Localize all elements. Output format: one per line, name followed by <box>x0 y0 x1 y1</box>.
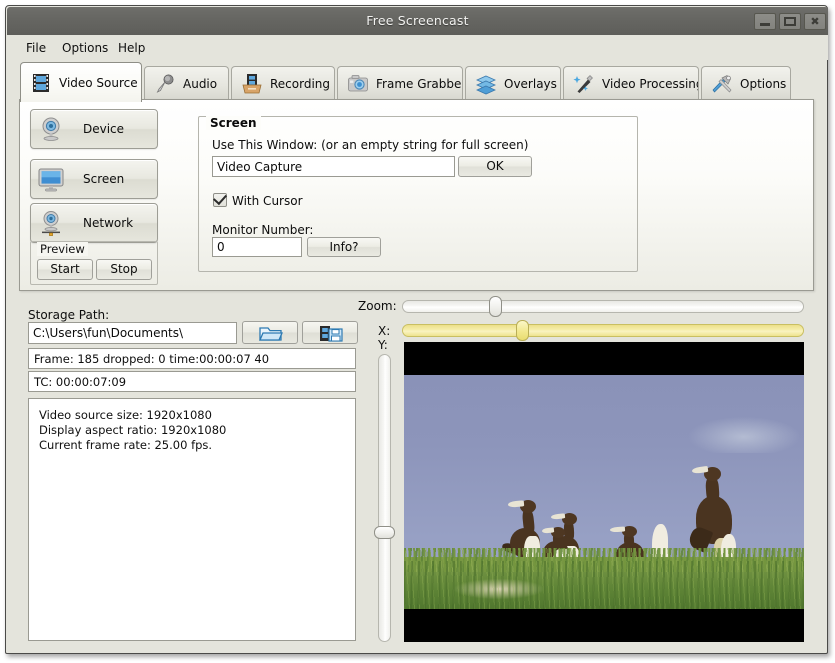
monitor-icon <box>37 165 65 193</box>
tab-audio[interactable]: Audio <box>144 66 229 100</box>
menu-options[interactable]: Options <box>55 39 115 57</box>
close-button[interactable]: ✖ <box>804 13 826 30</box>
zoom-slider-label: Zoom: <box>358 299 397 313</box>
x-slider-thumb[interactable] <box>516 320 529 341</box>
minimize-icon <box>760 23 770 26</box>
preview-start-button[interactable]: Start <box>37 259 93 280</box>
zoom-slider-thumb[interactable] <box>489 296 502 317</box>
tools-icon <box>711 73 733 95</box>
network-camera-icon <box>37 209 65 237</box>
monitor-info-button[interactable]: Info? <box>307 237 381 257</box>
y-slider-label: Y: <box>378 338 388 352</box>
y-slider[interactable] <box>378 354 391 642</box>
tab-label: Frame Grabber <box>376 77 463 91</box>
menu-bar: File Options Help <box>7 35 828 60</box>
tab-label: Audio <box>183 77 217 91</box>
tab-video-source[interactable]: Video Source <box>20 62 142 102</box>
monitor-number-label: Monitor Number: <box>212 223 313 237</box>
menu-help[interactable]: Help <box>111 39 152 57</box>
tab-label: Video Source <box>59 76 138 90</box>
storage-path-input[interactable] <box>28 322 237 344</box>
tab-frame-grabber[interactable]: Frame Grabber <box>337 66 463 100</box>
save-video-icon <box>319 325 343 345</box>
close-icon: ✖ <box>805 14 825 29</box>
tab-video-processing[interactable]: Video Processing <box>563 66 699 100</box>
minimize-button[interactable] <box>754 13 776 30</box>
with-cursor-checkbox[interactable] <box>213 193 227 207</box>
webcam-icon <box>37 115 65 143</box>
maximize-icon <box>784 17 796 26</box>
timecode-status-line: TC: 00:00:07:09 <box>28 371 356 392</box>
title-bar: Free Screencast ✖ <box>7 7 828 35</box>
storage-path-label: Storage Path: <box>28 308 109 322</box>
app-window: Free Screencast ✖ File Options Help <box>5 5 828 654</box>
y-slider-thumb[interactable] <box>374 526 395 539</box>
browse-folder-button[interactable] <box>242 321 298 344</box>
zoom-slider[interactable] <box>402 300 804 313</box>
use-this-window-label: Use This Window: (or an empty string for… <box>212 138 528 152</box>
tab-label: Video Processing <box>602 77 699 91</box>
preview-legend: Preview <box>37 242 88 256</box>
use-this-window-input[interactable] <box>212 156 455 177</box>
tab-strip: Video Source Audio <box>7 60 828 100</box>
x-slider-label: X: <box>378 324 390 338</box>
tab-overlays[interactable]: Overlays <box>465 66 561 100</box>
preview-cloud <box>689 417 799 453</box>
microphone-icon <box>154 73 176 95</box>
device-source-label: Device <box>83 122 124 136</box>
window-title: Free Screencast <box>7 7 828 35</box>
camera-icon <box>347 73 369 95</box>
frame-status-line: Frame: 185 dropped: 0 time:00:00:07 40 <box>28 348 356 369</box>
menu-file[interactable]: File <box>19 39 53 57</box>
screen-source-button[interactable]: Screen <box>30 159 158 199</box>
magic-wand-icon <box>573 73 595 95</box>
filmstrip-icon <box>30 72 52 94</box>
screen-source-label: Screen <box>83 172 124 186</box>
tab-options[interactable]: Options <box>701 66 791 100</box>
preview-stop-button[interactable]: Stop <box>96 259 152 280</box>
preview-grass <box>404 557 804 609</box>
device-source-button[interactable]: Device <box>30 109 158 149</box>
tab-label: Overlays <box>504 77 557 91</box>
with-cursor-label: With Cursor <box>232 194 303 208</box>
network-source-button[interactable]: Network <box>30 203 158 243</box>
monitor-number-input[interactable] <box>212 237 302 257</box>
x-slider[interactable] <box>402 324 804 337</box>
checkmark-icon <box>213 191 227 205</box>
tab-recording[interactable]: Recording <box>231 66 335 100</box>
window-ok-button[interactable]: OK <box>458 156 532 177</box>
video-preview[interactable] <box>404 342 804 642</box>
open-folder-icon <box>259 325 283 345</box>
tab-label: Options <box>740 77 786 91</box>
layers-icon <box>475 73 497 95</box>
film-inbox-icon <box>241 73 263 95</box>
save-video-button[interactable] <box>302 321 358 344</box>
maximize-button[interactable] <box>779 13 801 30</box>
source-info-panel: Video source size: 1920x1080 Display asp… <box>28 398 356 641</box>
tab-label: Recording <box>270 77 330 91</box>
network-source-label: Network <box>83 216 133 230</box>
screen-group-legend: Screen <box>206 116 261 130</box>
